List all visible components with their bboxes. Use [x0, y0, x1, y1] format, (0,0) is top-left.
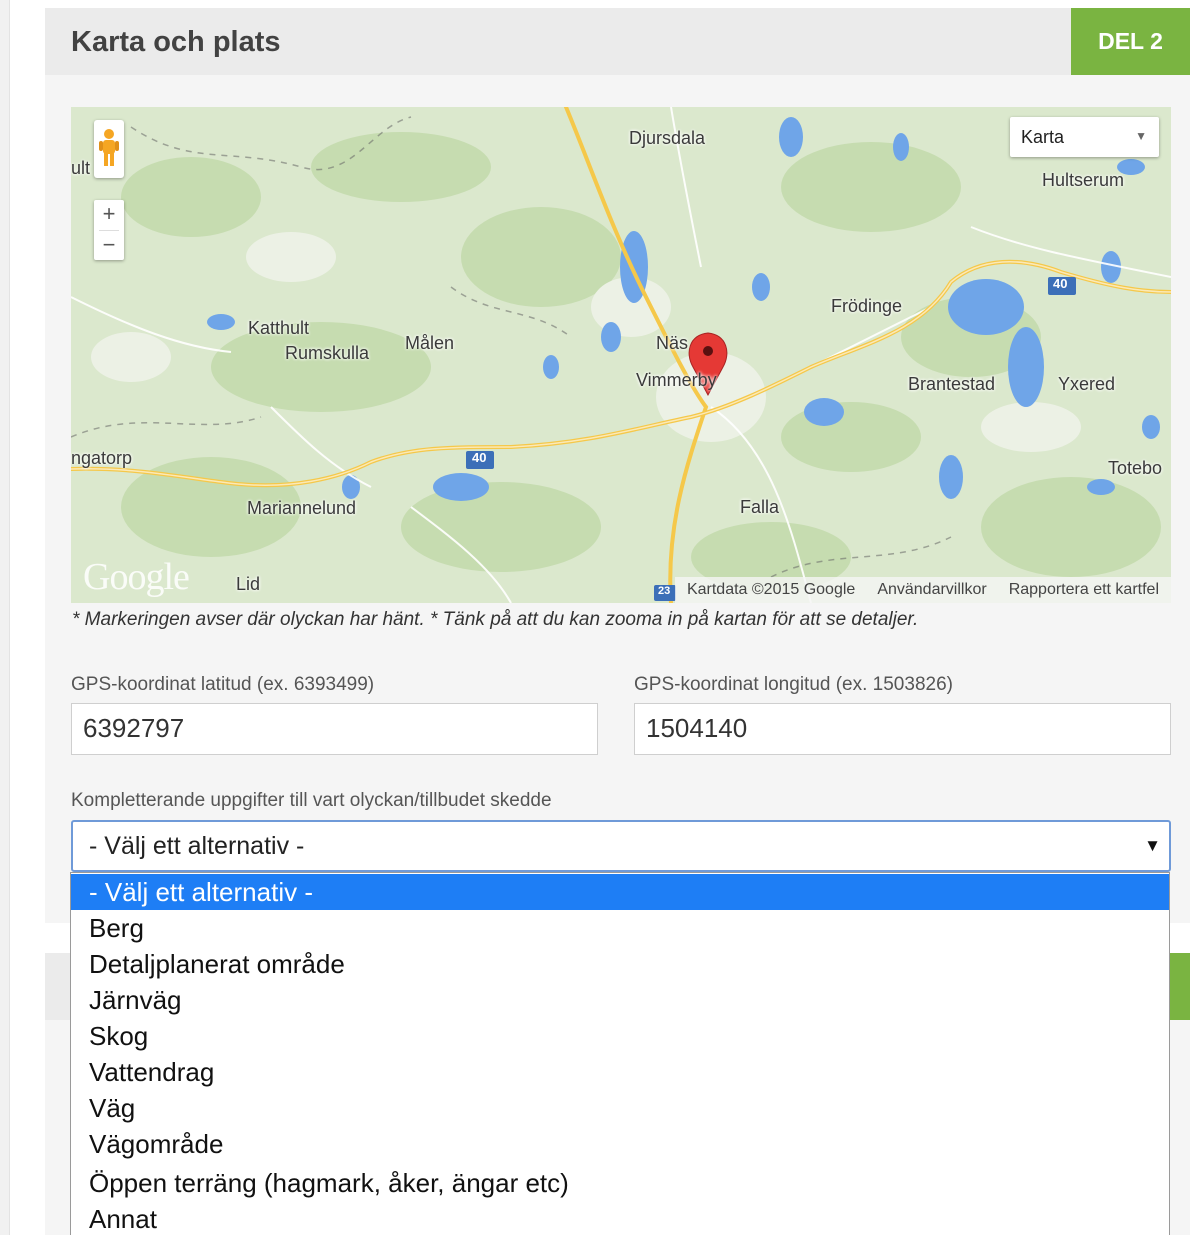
place-label: Näs [656, 333, 689, 353]
street-view-pegman-icon[interactable] [94, 120, 124, 178]
map-type-value: Karta [1021, 127, 1065, 147]
dropdown-option[interactable]: Järnväg [71, 982, 1169, 1018]
place-label: Mariannelund [247, 498, 357, 518]
place-label: Katthult [248, 318, 310, 338]
dropdown-option[interactable]: Vägområde [71, 1126, 1169, 1162]
terms-link[interactable]: Användarvillkor [877, 581, 986, 599]
zoom-control: + − [94, 200, 124, 260]
map-data-attribution: Kartdata ©2015 Google [686, 581, 856, 598]
place-label: Frödinge [831, 296, 903, 316]
dropdown-option[interactable]: Berg [71, 910, 1169, 946]
dropdown-option[interactable]: Vattendrag [71, 1054, 1169, 1090]
section-step-badge: DEL 2 [1071, 8, 1190, 75]
place-label: Brantestad [908, 374, 996, 394]
location-detail-label: Kompletterande uppgifter till vart olyck… [71, 790, 552, 811]
dropdown-option[interactable]: Öppen terräng (hagmark, åker, ängar etc) [71, 1165, 1169, 1201]
dropdown-option[interactable]: Annat [71, 1201, 1169, 1237]
report-map-error-link[interactable]: Rapportera ett kartfel [1009, 581, 1159, 599]
longitude-input[interactable]: 1504140 [634, 703, 1171, 755]
dropdown-option[interactable]: - Välj ett alternativ - [71, 874, 1169, 910]
map-type-select[interactable]: Karta ▼ [1010, 117, 1159, 157]
place-label: Totebo [1108, 458, 1163, 478]
zoom-in-button[interactable]: + [94, 200, 124, 230]
map-attribution: Kartdata ©2015 Google Användarvillkor Ra… [674, 577, 1171, 603]
latitude-label: GPS-koordinat latitud (ex. 6393499) [71, 674, 375, 695]
latitude-input[interactable]: 6392797 [71, 703, 598, 755]
chevron-down-icon: ▼ [1135, 129, 1147, 143]
map-view[interactable]: 40 40 23 Djursdala Hultserum ult Fröding… [71, 107, 1171, 603]
location-detail-options-list: - Välj ett alternativ - Berg Detaljplane… [70, 872, 1170, 1235]
map-terrain [71, 107, 1171, 603]
place-label: Vimmerby [636, 370, 717, 390]
dropdown-option[interactable]: Väg [71, 1090, 1169, 1126]
longitude-label: GPS-koordinat longitud (ex. 1503826) [634, 674, 953, 695]
location-detail-select[interactable]: - Välj ett alternativ - ▼ [71, 820, 1171, 872]
road-number-label: 40 [1053, 276, 1068, 291]
dropdown-arrow-icon: ▼ [1144, 836, 1161, 855]
dropdown-option[interactable]: Skog [71, 1018, 1169, 1054]
place-label: Målen [405, 333, 455, 353]
zoom-out-button[interactable]: − [94, 231, 124, 261]
location-detail-selected-value: - Välj ett alternativ - [89, 832, 305, 860]
place-label: Falla [740, 497, 780, 517]
section-header: Karta och plats DEL 2 [45, 8, 1190, 75]
place-label: Rumskulla [285, 343, 370, 363]
place-label: ngatorp [71, 448, 133, 468]
place-label: Yxered [1058, 374, 1116, 394]
road-number-label: 40 [472, 450, 487, 465]
section-title: Karta och plats [71, 26, 281, 58]
google-logo: Google [83, 556, 190, 598]
road-number-label: 23 [658, 585, 671, 597]
place-label: ult [71, 158, 91, 178]
map-note: * Markeringen avser där olyckan har hänt… [72, 609, 919, 630]
left-border [0, 0, 10, 1235]
place-label: Lid [236, 574, 261, 594]
place-label: Hultserum [1042, 170, 1125, 190]
place-label: Djursdala [629, 128, 706, 148]
dropdown-option[interactable]: Detaljplanerat område [71, 946, 1169, 982]
next-section-badge [1170, 953, 1190, 1020]
